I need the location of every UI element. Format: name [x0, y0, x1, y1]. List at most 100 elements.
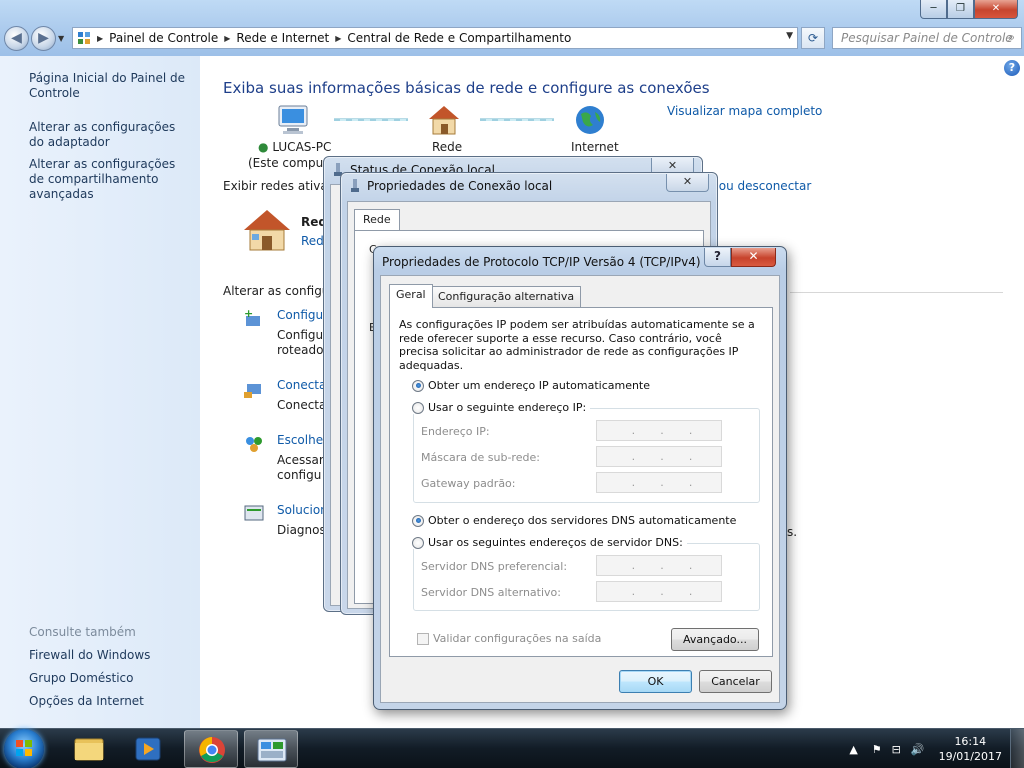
start-button[interactable] — [4, 729, 44, 768]
sidebar-link-adapter-settings[interactable]: Alterar as configurações do adaptador — [29, 120, 194, 150]
internet-node — [572, 104, 608, 139]
taskbar-explorer[interactable] — [62, 730, 116, 768]
taskbar-chrome[interactable] — [184, 730, 238, 768]
radio-selected-icon — [412, 379, 424, 392]
ip-dot: . — [660, 450, 664, 463]
windows-logo-icon — [16, 740, 32, 756]
validate-on-exit-checkbox[interactable]: Validar configurações na saída — [417, 632, 601, 645]
use-dns-manual-radio[interactable]: Usar os seguintes endereços de servidor … — [412, 536, 687, 549]
subnet-mask-label: Máscara de sub-rede: — [421, 451, 540, 464]
connect-disconnect-link[interactable]: r ou desconectar — [710, 179, 811, 193]
ip-dot: . — [688, 585, 693, 598]
properties-close-button[interactable]: ✕ — [666, 174, 709, 192]
view-full-map-link[interactable]: Visualizar mapa completo — [667, 104, 822, 118]
advanced-button[interactable]: Avançado... — [671, 628, 759, 651]
chrome-icon — [199, 737, 225, 763]
obtain-dns-auto-radio[interactable]: Obter o endereço dos servidores DNS auto… — [412, 514, 736, 527]
connection-line — [480, 118, 554, 121]
clock-time: 16:14 — [954, 735, 987, 748]
properties-dialog-title: Propriedades de Conexão local — [367, 179, 553, 193]
ip-dot: . — [688, 559, 693, 572]
chevron-right-icon[interactable]: ▶ — [335, 34, 341, 43]
taskbar: ▲ ⚑ ⊟ 🔊 16:14 19/01/2017 — [0, 728, 1024, 768]
refresh-button[interactable]: ⟳ — [801, 27, 825, 49]
default-gateway-label: Gateway padrão: — [421, 477, 516, 490]
tab-alternate-config[interactable]: Configuração alternativa — [431, 286, 582, 307]
media-player-icon — [135, 737, 161, 761]
taskbar-control-panel[interactable] — [244, 730, 298, 768]
ip-dot: . — [688, 450, 693, 463]
flag-icon[interactable]: ⚑ — [872, 743, 882, 756]
task-setup-link[interactable]: Configu — [277, 308, 328, 323]
see-also-heading: Consulte também — [29, 625, 136, 639]
dialog-close-button[interactable]: ✕ — [731, 248, 776, 267]
internet-label: Internet — [571, 140, 619, 154]
homegroup-icon — [243, 433, 265, 455]
ip-dot: . — [660, 424, 664, 437]
chevron-right-icon[interactable]: ▶ — [97, 34, 103, 43]
sidebar-link-sharing-settings[interactable]: Alterar as configurações de compartilham… — [29, 157, 194, 202]
help-button[interactable]: ? — [704, 248, 731, 267]
ip-dot: . — [660, 585, 664, 598]
subnet-mask-field[interactable]: ... — [596, 446, 722, 467]
chevron-down-icon[interactable]: ▼ — [786, 31, 793, 41]
minimize-button[interactable]: ─ — [920, 0, 947, 19]
preferred-dns-field[interactable]: ... — [596, 555, 722, 576]
address-bar[interactable]: ▶ Painel de Controle ▶ Rede e Internet ▶… — [72, 27, 798, 49]
volume-icon[interactable]: 🔊 — [911, 743, 925, 756]
search-input[interactable]: Pesquisar Painel de Controle ⌕ — [832, 27, 1022, 49]
obtain-dns-auto-label: Obter o endereço dos servidores DNS auto… — [428, 514, 737, 527]
system-tray: ▲ ⚑ ⊟ 🔊 16:14 19/01/2017 — [849, 729, 1002, 768]
sidebar-link-home[interactable]: Página Inicial do Painel de Controle — [29, 71, 194, 101]
recent-pages-dropdown[interactable]: ▼ — [58, 34, 64, 43]
task-trailing-text: s. — [787, 525, 798, 539]
divider — [790, 292, 1003, 293]
use-dns-manual-label: Usar os seguintes endereços de servidor … — [428, 536, 683, 549]
search-placeholder: Pesquisar Painel de Controle — [841, 31, 1013, 45]
show-desktop-button[interactable] — [1010, 729, 1024, 768]
back-arrow-icon: ◀ — [11, 30, 22, 46]
refresh-icon: ⟳ — [807, 31, 819, 45]
breadcrumb-network-internet[interactable]: Rede e Internet — [236, 31, 329, 45]
connection-line — [334, 118, 408, 121]
close-button[interactable]: ✕ — [974, 0, 1018, 19]
taskbar-media-player[interactable] — [122, 730, 176, 768]
chevron-right-icon[interactable]: ▶ — [224, 34, 230, 43]
sidebar-link-homegroup[interactable]: Grupo Doméstico — [29, 671, 194, 686]
clock[interactable]: 16:14 19/01/2017 — [939, 734, 1002, 764]
sidebar-link-firewall[interactable]: Firewall do Windows — [29, 648, 194, 663]
control-panel-icon — [257, 738, 287, 762]
forward-button[interactable]: ▶ — [31, 26, 56, 51]
cancel-button[interactable]: Cancelar — [699, 670, 772, 693]
ip-dot: . — [631, 476, 636, 489]
task-setup-desc: Configu — [277, 328, 324, 342]
search-icon: ⌕ — [1008, 30, 1015, 44]
network-globe-icon: ● — [258, 140, 269, 154]
network-icon[interactable]: ⊟ — [892, 743, 901, 756]
back-button[interactable]: ◀ — [4, 26, 29, 51]
alternate-dns-label: Servidor DNS alternativo: — [421, 586, 561, 599]
alternate-dns-field[interactable]: ... — [596, 581, 722, 602]
breadcrumb-control-panel[interactable]: Painel de Controle — [109, 31, 218, 45]
obtain-ip-auto-radio[interactable]: Obter um endereço IP automaticamente — [412, 379, 650, 392]
ip-dot: . — [660, 559, 664, 572]
computer-node — [248, 104, 338, 139]
tab-general[interactable]: Geral — [389, 284, 433, 308]
new-connection-icon: + — [243, 307, 265, 330]
sidebar-link-internet-options[interactable]: Opções da Internet — [29, 694, 194, 709]
connect-network-icon — [243, 378, 265, 400]
window-controls: ─ ❐ ✕ — [920, 0, 1018, 19]
folder-icon — [74, 738, 104, 761]
help-icon[interactable]: ? — [1004, 60, 1020, 76]
tab-network[interactable]: Rede — [354, 209, 400, 231]
use-ip-manual-radio[interactable]: Usar o seguinte endereço IP: — [412, 401, 591, 414]
ok-button[interactable]: OK — [619, 670, 692, 693]
network-node — [424, 104, 464, 139]
default-gateway-field[interactable]: ... — [596, 472, 722, 493]
maximize-button[interactable]: ❐ — [947, 0, 974, 19]
show-hidden-icon[interactable]: ▲ — [849, 743, 857, 756]
ip-dot: . — [660, 476, 664, 489]
troubleshoot-icon — [243, 503, 265, 525]
breadcrumb-network-center[interactable]: Central de Rede e Compartilhamento — [347, 31, 571, 45]
ip-address-field[interactable]: ... — [596, 420, 722, 441]
